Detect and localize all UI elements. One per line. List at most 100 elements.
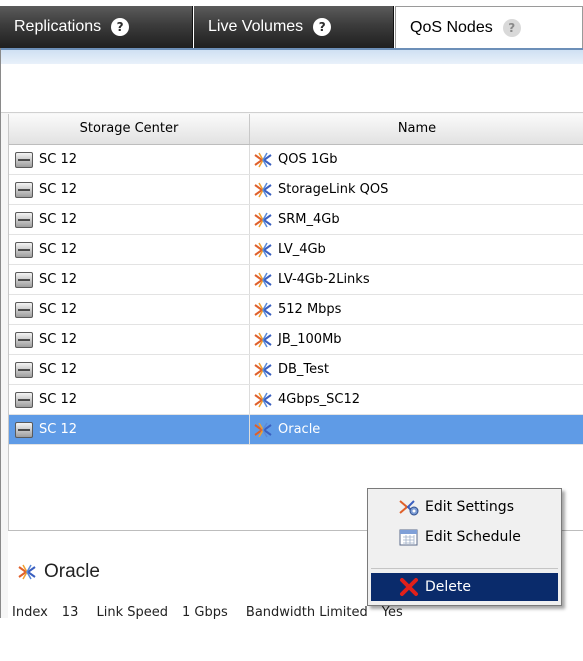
storage-center-icon — [15, 181, 33, 198]
storage-center-icon — [15, 361, 33, 378]
qos-node-name: 4Gbps_SC12 — [278, 392, 360, 407]
name-cell: Oracle — [250, 415, 580, 444]
table-row[interactable]: SC 12 4Gbps_SC12 — [9, 385, 583, 415]
menu-separator — [371, 568, 558, 569]
menu-item-label: Edit Schedule — [425, 529, 521, 545]
storage-center-cell: SC 12 — [11, 325, 250, 354]
storage-center-icon — [15, 241, 33, 258]
storage-center-text: SC 12 — [39, 152, 78, 167]
detail-title: Oracle — [18, 561, 100, 583]
name-cell: DB_Test — [250, 355, 580, 384]
qos-node-icon — [254, 272, 272, 287]
storage-center-cell: SC 12 — [11, 355, 250, 384]
qos-node-icon — [18, 564, 36, 580]
qos-node-name: 512 Mbps — [278, 302, 342, 317]
table-header: Storage Center Name — [9, 114, 583, 145]
delete-x-icon — [400, 578, 418, 596]
qos-node-icon — [254, 392, 272, 407]
table-row[interactable]: SC 12 Oracle — [9, 415, 583, 445]
name-cell: QOS 1Gb — [250, 145, 580, 174]
settings-gear-icon — [399, 500, 419, 516]
qos-node-icon — [254, 422, 272, 437]
storage-center-cell: SC 12 — [11, 265, 250, 294]
table-row[interactable]: SC 12 DB_Test — [9, 355, 583, 385]
storage-center-cell: SC 12 — [11, 235, 250, 264]
table-row[interactable]: SC 12 LV_4Gb — [9, 235, 583, 265]
qos-node-icon — [254, 152, 272, 167]
table-row[interactable]: SC 12 QOS 1Gb — [9, 145, 583, 175]
storage-center-icon — [15, 301, 33, 318]
storage-center-cell: SC 12 — [11, 205, 250, 234]
qos-node-icon — [254, 242, 272, 257]
table-row[interactable]: SC 12 SRM_4Gb — [9, 205, 583, 235]
tab-label: Live Volumes — [208, 18, 304, 35]
storage-center-text: SC 12 — [39, 182, 78, 197]
storage-center-icon — [15, 211, 33, 228]
storage-center-icon — [15, 331, 33, 348]
name-cell: SRM_4Gb — [250, 205, 580, 234]
storage-center-text: SC 12 — [39, 362, 78, 377]
name-cell: LV-4Gb-2Links — [250, 265, 580, 294]
name-cell: LV_4Gb — [250, 235, 580, 264]
storage-center-text: SC 12 — [39, 302, 78, 317]
qos-node-name: DB_Test — [278, 362, 330, 377]
column-header-name[interactable]: Name — [250, 114, 583, 144]
name-cell: StorageLink QOS — [250, 175, 580, 204]
qos-node-name: QOS 1Gb — [278, 152, 338, 167]
qos-node-name: SRM_4Gb — [278, 212, 340, 227]
table-row[interactable]: SC 12 512 Mbps — [9, 295, 583, 325]
storage-center-cell: SC 12 — [11, 175, 250, 204]
storage-center-icon — [15, 271, 33, 288]
qos-node-name: LV-4Gb-2Links — [278, 272, 370, 287]
tab-bar: Replications ? Live Volumes ? QoS Nodes … — [0, 0, 583, 50]
storage-center-icon — [15, 391, 33, 408]
storage-center-text: SC 12 — [39, 212, 78, 227]
storage-center-text: SC 12 — [39, 422, 78, 437]
storage-center-cell: SC 12 — [11, 145, 250, 174]
context-menu: Edit Settings Edit Schedule Delete — [367, 488, 562, 606]
qos-node-icon — [254, 212, 272, 227]
qos-node-icon — [254, 302, 272, 317]
table-row[interactable]: SC 12 LV-4Gb-2Links — [9, 265, 583, 295]
calendar-icon — [399, 529, 418, 546]
qos-node-name: Oracle — [278, 422, 321, 437]
menu-item-edit-settings[interactable]: Edit Settings — [371, 493, 558, 521]
toolbar-area — [1, 64, 583, 113]
menu-item-label: Edit Settings — [425, 499, 514, 515]
table-row[interactable]: SC 12 StorageLink QOS — [9, 175, 583, 205]
storage-center-icon — [15, 421, 33, 438]
storage-center-text: SC 12 — [39, 332, 78, 347]
tab-label: Replications — [14, 18, 102, 35]
name-cell: 512 Mbps — [250, 295, 580, 324]
qos-node-name: JB_100Mb — [278, 332, 342, 347]
storage-center-cell: SC 12 — [11, 295, 250, 324]
qos-node-name: StorageLink QOS — [278, 182, 389, 197]
help-icon[interactable]: ? — [313, 18, 332, 36]
storage-center-text: SC 12 — [39, 392, 78, 407]
detail-properties: Index 13 Link Speed 1 Gbps Bandwidth Limit… — [12, 605, 582, 625]
storage-center-text: SC 12 — [39, 242, 78, 257]
tab-replications[interactable]: Replications ? — [0, 6, 193, 48]
qos-node-icon — [254, 362, 272, 377]
table-row[interactable]: SC 12 JB_100Mb — [9, 325, 583, 355]
help-icon[interactable]: ? — [111, 18, 130, 36]
menu-item-edit-schedule[interactable]: Edit Schedule — [371, 523, 558, 551]
name-cell: JB_100Mb — [250, 325, 580, 354]
storage-center-cell: SC 12 — [11, 385, 250, 414]
panel-header-strip — [1, 48, 583, 64]
help-icon[interactable]: ? — [502, 18, 521, 37]
detail-title-text: Oracle — [44, 561, 100, 582]
qos-node-icon — [254, 182, 272, 197]
tab-label: QoS Nodes — [410, 18, 493, 36]
tab-qos-nodes[interactable]: QoS Nodes ? — [395, 6, 583, 48]
storage-center-cell: SC 12 — [11, 415, 250, 444]
menu-item-delete[interactable]: Delete — [371, 573, 558, 601]
name-cell: 4Gbps_SC12 — [250, 385, 580, 414]
storage-center-icon — [15, 151, 33, 168]
storage-center-text: SC 12 — [39, 272, 78, 287]
tab-live-volumes[interactable]: Live Volumes ? — [194, 6, 394, 48]
menu-item-label: Delete — [425, 579, 471, 595]
qos-node-name: LV_4Gb — [278, 242, 326, 257]
qos-node-icon — [254, 332, 272, 347]
column-header-storage-center[interactable]: Storage Center — [9, 114, 250, 144]
